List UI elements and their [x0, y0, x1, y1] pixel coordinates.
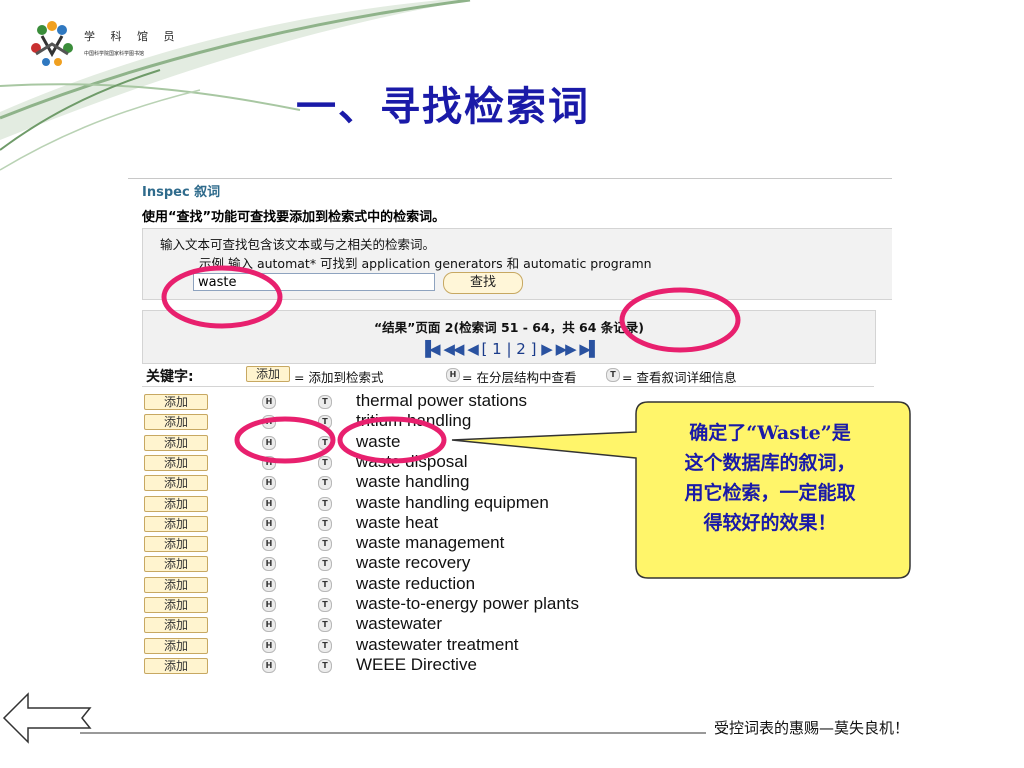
highlight-oval-search	[161, 265, 283, 329]
callout-line1: 确定了“Waste”是	[689, 422, 851, 444]
callout-line3: 用它检索，一定能取	[684, 482, 856, 504]
annotation-overlay	[161, 265, 911, 579]
highlight-oval-records	[619, 287, 741, 353]
callout-text: 确定了“Waste”是 这个数据库的叙词， 用它检索，一定能取 得较好的效果！	[640, 418, 900, 538]
highlight-oval-ht	[234, 416, 336, 464]
highlight-oval-waste	[337, 416, 447, 464]
back-arrow-icon[interactable]	[0, 690, 100, 750]
callout-line4: 得较好的效果！	[703, 512, 837, 534]
callout-line2: 这个数据库的叙词，	[684, 452, 856, 474]
footer-slogan: 受控词表的惠赐—莫失良机！	[714, 719, 910, 737]
